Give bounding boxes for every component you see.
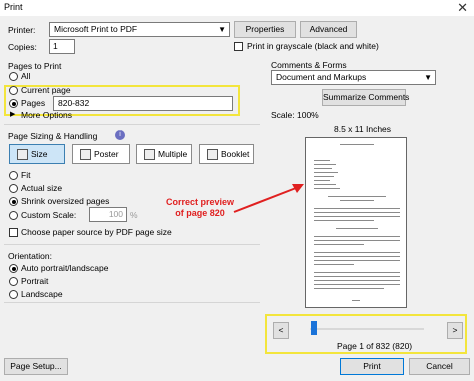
info-icon[interactable]: i	[115, 130, 125, 140]
more-options-label[interactable]: More Options	[21, 110, 72, 120]
auto-orientation-radio[interactable]	[9, 264, 18, 273]
orientation-title: Orientation:	[8, 251, 52, 261]
annotation-line-2: of page 820	[175, 208, 225, 218]
divider	[4, 244, 260, 245]
title-bar: Print ✕	[0, 0, 474, 16]
prev-page-button[interactable]: <	[273, 322, 289, 339]
paper-size-label: 8.5 x 11 Inches	[334, 124, 392, 134]
scale-label: Scale: 100%	[271, 110, 319, 120]
comments-value: Document and Markups	[276, 72, 367, 82]
shrink-radio[interactable]	[9, 197, 18, 206]
preview-annotation: Correct preview of page 820	[166, 197, 234, 219]
more-options-arrow-icon[interactable]: ▶	[10, 110, 15, 118]
close-icon[interactable]: ✕	[457, 0, 468, 16]
pages-range-value: 820-832	[58, 98, 90, 108]
pages-range-label: Pages	[21, 98, 46, 108]
chevron-down-icon: ▼	[218, 25, 226, 34]
page-status-label: Page 1 of 832 (820)	[337, 341, 413, 351]
pages-range-radio[interactable]	[9, 99, 18, 108]
copies-label: Copies:	[8, 42, 37, 52]
page-preview	[305, 137, 407, 308]
shrink-label: Shrink oversized pages	[21, 196, 110, 206]
annotation-line-1: Correct preview	[166, 197, 235, 207]
landscape-radio[interactable]	[9, 290, 18, 299]
tab-size-label: Size	[31, 149, 48, 159]
printer-label: Printer:	[8, 25, 36, 35]
divider	[4, 124, 260, 125]
size-icon	[17, 149, 28, 161]
page-slider-track[interactable]	[310, 328, 424, 330]
cancel-button[interactable]: Cancel	[409, 358, 470, 375]
actual-size-label: Actual size	[21, 183, 63, 193]
page-slider-thumb[interactable]	[311, 321, 318, 335]
annotation-arrow	[233, 184, 304, 213]
tab-poster-label: Poster	[94, 149, 119, 159]
custom-scale-unit: %	[130, 210, 138, 220]
chevron-down-icon: ▼	[424, 73, 432, 82]
grayscale-label: Print in grayscale (black and white)	[247, 41, 379, 51]
copies-input[interactable]: 1	[49, 39, 75, 54]
pages-to-print-title: Pages to Print	[8, 61, 62, 71]
multiple-icon	[144, 149, 155, 161]
copies-value: 1	[53, 41, 58, 51]
tab-multiple[interactable]: Multiple	[136, 144, 192, 164]
pages-range-input[interactable]: 820-832	[53, 96, 233, 111]
custom-scale-label: Custom Scale:	[21, 210, 77, 220]
grayscale-checkbox[interactable]	[234, 42, 243, 51]
choose-paper-checkbox[interactable]	[9, 228, 18, 237]
poster-icon	[80, 149, 91, 161]
pages-all-radio[interactable]	[9, 72, 18, 81]
current-page-radio[interactable]	[9, 86, 18, 95]
tab-size[interactable]: Size	[9, 144, 65, 164]
printer-value: Microsoft Print to PDF	[54, 24, 138, 34]
page-sizing-title: Page Sizing & Handling	[8, 131, 98, 141]
divider	[4, 302, 260, 303]
tab-poster[interactable]: Poster	[72, 144, 130, 164]
actual-size-radio[interactable]	[9, 184, 18, 193]
comments-title: Comments & Forms	[271, 60, 347, 70]
auto-orientation-label: Auto portrait/landscape	[21, 263, 109, 273]
advanced-button[interactable]: Advanced	[300, 21, 357, 38]
custom-scale-radio[interactable]	[9, 211, 18, 220]
tab-booklet[interactable]: Booklet	[199, 144, 254, 164]
portrait-label: Portrait	[21, 276, 49, 286]
tab-booklet-label: Booklet	[221, 149, 250, 159]
page-setup-button[interactable]: Page Setup...	[4, 358, 68, 375]
current-page-label: Current page	[21, 85, 71, 95]
printer-select[interactable]: Microsoft Print to PDF ▼	[49, 22, 230, 37]
fit-label: Fit	[21, 170, 31, 180]
properties-button[interactable]: Properties	[234, 21, 296, 38]
landscape-label: Landscape	[21, 289, 63, 299]
fit-radio[interactable]	[9, 171, 18, 180]
pages-all-label: All	[21, 71, 31, 81]
tab-multiple-label: Multiple	[158, 149, 188, 159]
window-title: Print	[4, 2, 23, 12]
comments-select[interactable]: Document and Markups ▼	[271, 70, 436, 85]
custom-scale-input[interactable]: 100	[89, 207, 127, 222]
next-page-button[interactable]: >	[447, 322, 463, 339]
print-button[interactable]: Print	[340, 358, 404, 375]
booklet-icon	[207, 149, 218, 161]
summarize-comments-button[interactable]: Summarize Comments	[322, 89, 409, 106]
portrait-radio[interactable]	[9, 277, 18, 286]
custom-scale-value: 100	[108, 209, 123, 219]
choose-paper-label: Choose paper source by PDF page size	[21, 227, 172, 237]
